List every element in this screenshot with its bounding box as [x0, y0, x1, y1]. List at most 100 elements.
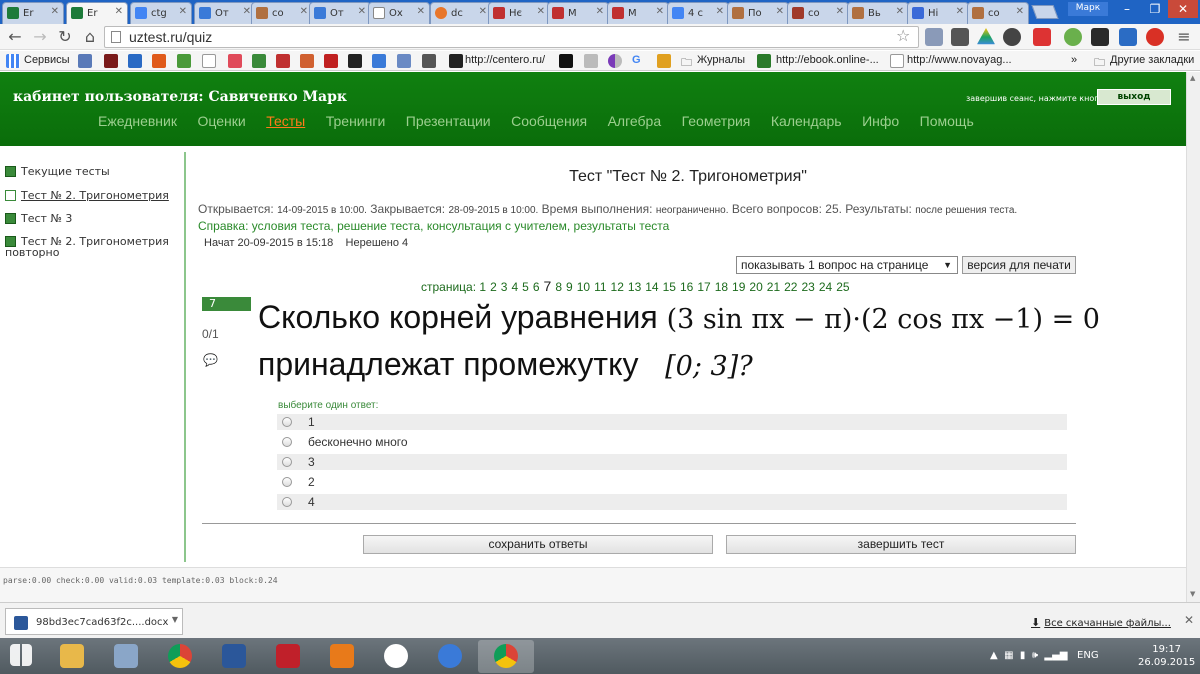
bookmark-icon[interactable]	[559, 54, 573, 68]
answer-option[interactable]: 4	[277, 494, 1067, 510]
tab-close-icon[interactable]: ✕	[596, 6, 604, 17]
bookmark-icon[interactable]	[152, 54, 166, 68]
tab-close-icon[interactable]: ✕	[243, 6, 251, 17]
bookmark-centero[interactable]: http://centero.ru/	[465, 54, 545, 66]
browser-tab[interactable]: 4 с ✕	[667, 2, 729, 24]
bookmark-icon[interactable]	[276, 54, 290, 68]
taskbar-word[interactable]	[206, 640, 262, 673]
page-info-icon[interactable]	[111, 31, 121, 43]
profile-button[interactable]: Марк	[1068, 2, 1108, 16]
browser-tab[interactable]: Ох ✕	[368, 2, 430, 24]
tab-close-icon[interactable]: ✕	[179, 6, 187, 17]
sidebar-item-current-tests[interactable]: Текущие тесты	[5, 166, 110, 177]
page-link[interactable]: 6	[533, 280, 540, 294]
page-link[interactable]: 10	[577, 280, 590, 294]
tray-power-icon[interactable]: ▮	[1020, 650, 1026, 661]
google-bookmark-icon[interactable]: G	[632, 54, 641, 66]
tab-close-icon[interactable]: ✕	[956, 6, 964, 17]
bookmark-icon[interactable]	[584, 54, 598, 68]
browser-tab-active[interactable]: Er ✕	[66, 2, 128, 24]
save-answers-button[interactable]: сохранить ответы	[363, 535, 713, 554]
bookmark-icon[interactable]	[397, 54, 411, 68]
page-link[interactable]: 8	[555, 280, 562, 294]
radio-button[interactable]	[282, 457, 292, 467]
page-link[interactable]: 11	[594, 280, 606, 294]
menu-item-trainings[interactable]: Тренинги	[326, 113, 386, 129]
calendar-extension-icon[interactable]	[1033, 28, 1051, 46]
other-bookmarks[interactable]: Другие закладки	[1110, 54, 1194, 66]
close-window-icon[interactable]: ✕	[1168, 0, 1198, 18]
close-icon[interactable]: ✕	[1184, 613, 1194, 627]
taskbar-chrome[interactable]	[152, 640, 208, 673]
menu-item-help[interactable]: Помощь	[920, 113, 974, 129]
taskbar-acrobat[interactable]	[260, 640, 316, 673]
print-version-button[interactable]: версия для печати	[962, 256, 1076, 274]
radio-button[interactable]	[282, 437, 292, 447]
bookmark-icon[interactable]	[608, 54, 622, 68]
tab-close-icon[interactable]: ✕	[776, 6, 784, 17]
tab-close-icon[interactable]: ✕	[656, 6, 664, 17]
home-icon[interactable]: ⌂	[80, 27, 100, 47]
menu-item-messages[interactable]: Сообщения	[511, 113, 587, 129]
page-link[interactable]: 16	[680, 280, 693, 294]
tab-close-icon[interactable]: ✕	[716, 6, 724, 17]
radio-button[interactable]	[282, 417, 292, 427]
menu-item-tests[interactable]: Тесты	[266, 113, 305, 129]
pocket-bookmark-icon[interactable]	[228, 54, 242, 68]
forward-arrow-icon[interactable]: →	[30, 27, 50, 47]
tab-close-icon[interactable]: ✕	[51, 6, 59, 17]
scroll-up-icon[interactable]: ▲	[1190, 74, 1195, 82]
bookmark-icon[interactable]	[348, 54, 362, 68]
page-link[interactable]: 9	[566, 280, 573, 294]
login-extension-icon[interactable]	[1091, 28, 1109, 46]
bookmark-novayag[interactable]: http://www.novayag...	[907, 54, 1012, 66]
taskbar-chrome-active[interactable]	[478, 640, 534, 673]
browser-tab[interactable]: Er ✕	[2, 2, 64, 24]
start-button[interactable]	[0, 640, 44, 673]
bookmark-icon[interactable]	[300, 54, 314, 68]
radio-button[interactable]	[282, 477, 292, 487]
extension-icon[interactable]	[925, 28, 943, 46]
all-downloads-link[interactable]: ⬇ Все скачанные файлы...	[1031, 616, 1171, 629]
page-link-current[interactable]: 7	[544, 278, 552, 294]
logout-button[interactable]: выход	[1097, 89, 1171, 105]
bookmark-icon[interactable]	[252, 54, 266, 68]
page-link[interactable]: 1	[479, 280, 486, 294]
opera-extension-icon[interactable]	[1146, 28, 1164, 46]
wikipedia-icon[interactable]	[202, 54, 216, 68]
answer-option[interactable]: 3	[277, 454, 1067, 470]
bookmark-icon[interactable]	[324, 54, 338, 68]
page-link[interactable]: 25	[836, 280, 849, 294]
google-drive-icon[interactable]	[977, 28, 995, 45]
finish-test-button[interactable]: завершить тест	[726, 535, 1076, 554]
page-link[interactable]: 12	[611, 280, 624, 294]
sidebar-item-test2[interactable]: Тест № 2. Тригонометрия	[5, 190, 169, 201]
answer-option[interactable]: 1	[277, 414, 1067, 430]
page-link[interactable]: 3	[501, 280, 508, 294]
folder-icon[interactable]: 🗀	[681, 54, 692, 73]
maximize-icon[interactable]: ❐	[1140, 0, 1170, 18]
taskbar-explorer[interactable]	[44, 640, 100, 673]
language-indicator[interactable]: ENG	[1077, 650, 1099, 661]
bookmark-icon[interactable]	[757, 54, 771, 68]
tab-close-icon[interactable]: ✕	[300, 6, 308, 17]
browser-tab[interactable]: Ні ✕	[907, 2, 969, 24]
tab-close-icon[interactable]: ✕	[896, 6, 904, 17]
browser-tab[interactable]: М ✕	[607, 2, 669, 24]
minimize-icon[interactable]: –	[1112, 0, 1142, 18]
bookmark-ebook[interactable]: http://ebook.online-...	[776, 54, 879, 66]
radio-button[interactable]	[282, 497, 292, 507]
sidebar-item-test2-repeat[interactable]: Тест № 2. Тригонометрия повторно	[5, 236, 169, 258]
page-link[interactable]: 14	[645, 280, 658, 294]
bookmark-icon[interactable]	[177, 54, 191, 68]
tray-network-icon[interactable]: ▦	[1004, 650, 1013, 661]
more-bookmarks-button[interactable]: »	[1071, 54, 1077, 66]
page-link[interactable]: 23	[801, 280, 814, 294]
comment-icon[interactable]: 💬	[203, 353, 218, 367]
clock[interactable]: 19:17 26.09.2015	[1138, 643, 1195, 669]
browser-tab[interactable]: со ✕	[967, 2, 1029, 24]
scroll-down-icon[interactable]: ▼	[1190, 590, 1195, 598]
browser-tab[interactable]: ctg ✕	[130, 2, 192, 24]
page-link[interactable]: 21	[767, 280, 780, 294]
new-tab-button[interactable]	[1031, 5, 1059, 19]
